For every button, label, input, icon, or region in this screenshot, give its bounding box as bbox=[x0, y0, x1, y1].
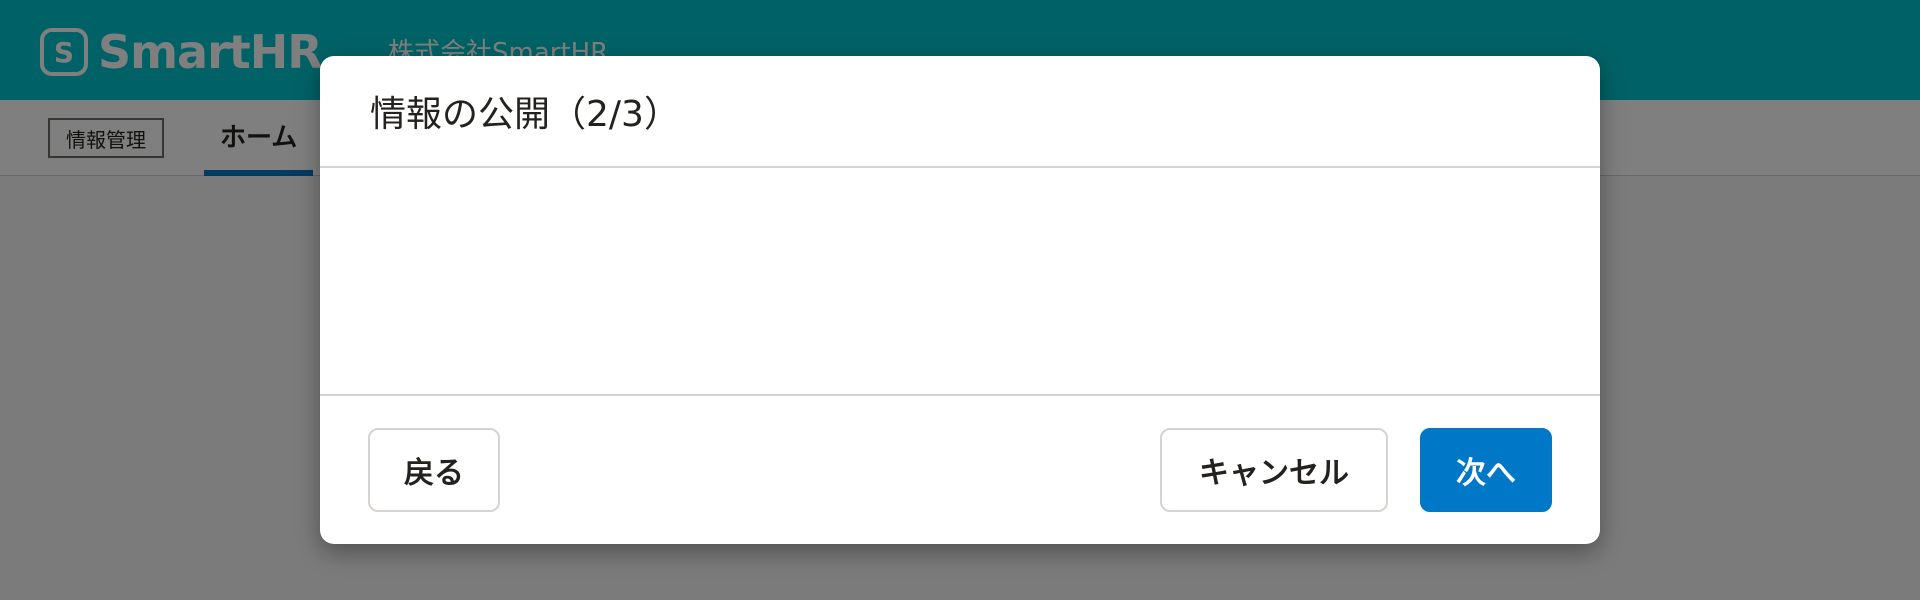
dialog-footer: 戻る キャンセル 次へ bbox=[320, 394, 1600, 544]
dialog-body bbox=[320, 168, 1600, 394]
dialog-title: 情報の公開（2/3） bbox=[370, 94, 680, 135]
dialog-header: 情報の公開（2/3） bbox=[320, 56, 1600, 168]
cancel-button[interactable]: キャンセル bbox=[1160, 428, 1388, 512]
next-button[interactable]: 次へ bbox=[1420, 428, 1552, 512]
publish-dialog: 情報の公開（2/3） 戻る キャンセル 次へ bbox=[320, 56, 1600, 544]
back-button[interactable]: 戻る bbox=[368, 428, 500, 512]
